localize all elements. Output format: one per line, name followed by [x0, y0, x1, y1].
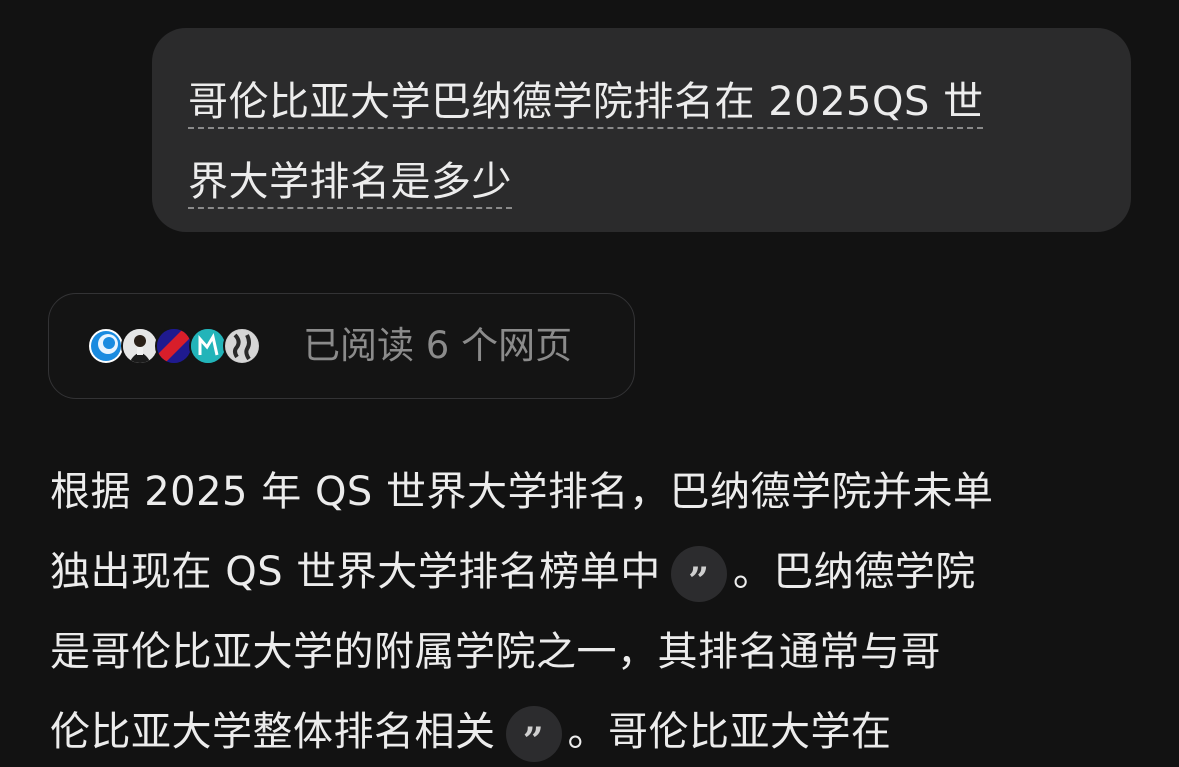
- answer-text: 独出现在 QS 世界大学排名榜单中: [50, 549, 661, 595]
- chat-page: 哥伦比亚大学巴纳德学院排名在 2025QS 世 界大学排名是多少 已阅读 6 个…: [0, 0, 1179, 767]
- answer-text: 伦比亚大学整体排名相关: [50, 709, 496, 755]
- answer-line-1: 根据 2025 年 QS 世界大学排名，巴纳德学院并未单: [50, 469, 994, 515]
- user-message-bubble: 哥伦比亚大学巴纳德学院排名在 2025QS 世 界大学排名是多少: [152, 28, 1131, 232]
- user-message-line-2: 界大学排名是多少: [188, 159, 512, 205]
- answer-line-2: 独出现在 QS 世界大学排名榜单中” 。巴纳德学院: [50, 532, 1140, 612]
- answer-line-4: 伦比亚大学整体排名相关” 。哥伦比亚大学在: [50, 692, 1140, 767]
- sources-read-label: 已阅读 6 个网页: [303, 324, 573, 367]
- citation-quote-button[interactable]: ”: [505, 706, 562, 762]
- globe-blue-icon: [87, 327, 125, 365]
- assistant-answer: 根据 2025 年 QS 世界大学排名，巴纳德学院并未单 独出现在 QS 世界大…: [50, 452, 1140, 767]
- globe-gray-icon: [223, 327, 261, 365]
- answer-text: 。巴纳德学院: [732, 549, 976, 595]
- sources-read-button[interactable]: 已阅读 6 个网页: [48, 293, 635, 399]
- user-message-line-1: 哥伦比亚大学巴纳德学院排名在 2025QS 世: [188, 79, 984, 125]
- citation-quote-button[interactable]: ”: [670, 546, 727, 602]
- user-message-text: 哥伦比亚大学巴纳德学院排名在 2025QS 世 界大学排名是多少: [188, 62, 1095, 222]
- source-favicons: [87, 327, 277, 367]
- answer-text: 。哥伦比亚大学在: [567, 709, 892, 755]
- answer-line-3: 是哥伦比亚大学的附属学院之一，其排名通常与哥: [50, 629, 941, 675]
- teal-logo-icon: [189, 327, 227, 365]
- person-photo-icon: [121, 327, 159, 365]
- red-stripe-icon: [155, 327, 193, 365]
